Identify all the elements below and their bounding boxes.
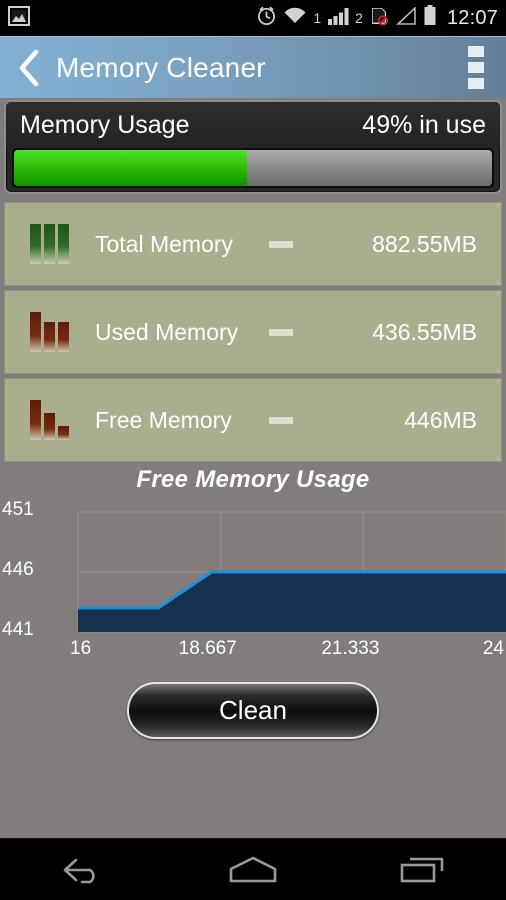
memory-usage-progressbar [12,148,494,188]
chart-ytick-label: 446 [2,559,34,580]
list-item-separator [269,240,293,248]
chart-xtick-label: 16 [70,638,92,659]
sim-blocked-icon [369,6,389,31]
page-title: Memory Cleaner [56,51,266,83]
memory-usage-percent: 49% in use [362,110,486,139]
chart-ytick-label: 451 [2,499,34,520]
overflow-dot [468,46,484,57]
alarm-clock-icon [256,5,277,31]
list-item[interactable]: Used Memory 436.55MB [4,290,502,374]
free-memory-chart: Free Memory Usage 441 446 451 16 18.667 … [0,460,506,670]
nav-home-icon[interactable] [198,839,308,900]
overflow-menu-icon[interactable] [458,40,494,95]
list-item[interactable]: Free Memory 446MB [4,378,502,462]
list-item-separator [269,328,293,336]
list-item-label: Total Memory [95,230,234,257]
status-bar-right: 1 2 12:07 [256,5,498,31]
list-item[interactable]: Total Memory 882.55MB [4,202,502,286]
list-item-value: 436.55MB [372,318,477,345]
list-item-value: 446MB [404,406,477,433]
memory-usage-header: Memory Usage 49% in use [6,102,500,148]
list-item-value: 882.55MB [372,230,477,257]
chart-xtick-label: 21.333 [321,638,380,659]
signal-empty-icon [395,5,417,30]
action-bar: Memory Cleaner [0,36,506,98]
signal-bars-icon [327,7,349,30]
status-bar-left [8,5,30,31]
sim1-index-label: 1 [313,10,322,26]
list-item-label: Free Memory [95,406,232,433]
clean-button[interactable]: Clean [127,682,379,739]
progress-fill [14,150,248,186]
back-chevron-icon[interactable] [12,48,46,88]
nav-recents-icon[interactable] [367,839,477,900]
red-bar-chart-icon [27,396,73,444]
wifi-icon [283,7,307,30]
green-bar-chart-icon [27,220,73,268]
memory-usage-title: Memory Usage [20,110,190,139]
chart-title: Free Memory Usage [136,466,370,493]
memory-usage-card: Memory Usage 49% in use [4,100,502,194]
app-screen: 1 2 12:07 Memory Cleaner Memory Usage 49… [0,0,506,900]
nav-back-icon[interactable] [29,839,139,900]
status-clock: 12:07 [446,6,498,29]
chart-ytick-label: 441 [2,619,34,640]
memory-stats-list: Total Memory 882.55MB Used Memory 436.55… [4,202,502,466]
android-navigation-bar [0,838,506,900]
list-item-label: Used Memory [95,318,239,345]
overflow-dot [468,78,484,89]
chart-plot-area: 441 446 451 16 18.667 21.333 24 [0,494,506,664]
red-bar-chart-icon [27,308,73,356]
list-item-separator [269,416,293,424]
chart-xtick-label: 24 [482,638,504,659]
gallery-image-icon [8,5,30,31]
status-bar: 1 2 12:07 [0,0,506,36]
chart-xtick-label: 18.667 [178,638,237,659]
sim2-index-label: 2 [355,10,363,26]
overflow-dot [468,62,484,73]
battery-icon [423,5,437,31]
